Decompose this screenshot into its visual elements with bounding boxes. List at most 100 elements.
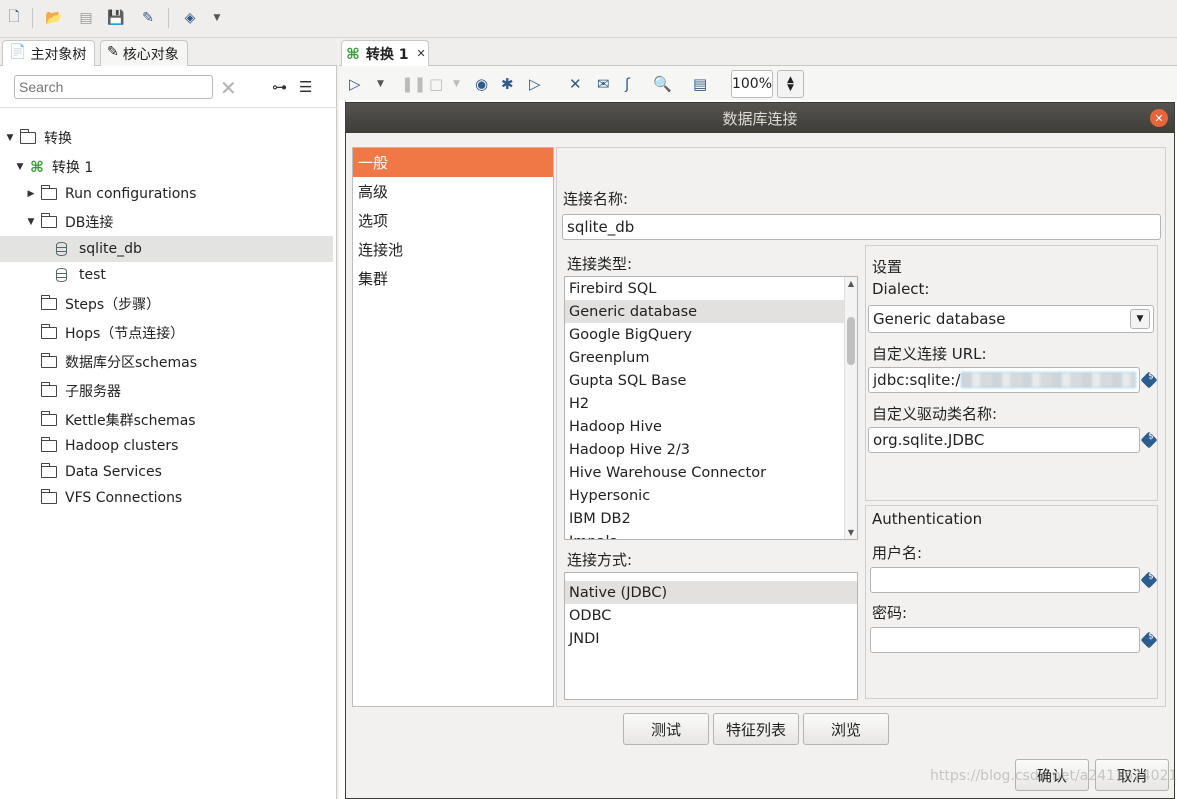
password-field[interactable] xyxy=(870,627,1140,653)
dropdown-icon[interactable]: ▼ xyxy=(207,8,227,28)
scrollbar[interactable]: ▲ ▼ xyxy=(844,277,857,539)
clear-icon[interactable]: ✕ xyxy=(220,76,237,100)
dialect-select[interactable]: Generic database ▼ xyxy=(868,305,1154,333)
list-item[interactable]: Gupta SQL Base xyxy=(565,369,844,392)
folder-icon xyxy=(19,129,36,144)
driver-field[interactable]: org.sqlite.JDBC xyxy=(868,427,1140,453)
variable-icon[interactable] xyxy=(1140,571,1158,589)
tree-item[interactable]: Hops（节点连接） xyxy=(0,320,333,346)
chevron-down-icon[interactable]: ▼ xyxy=(25,217,37,227)
dialect-label: Dialect: xyxy=(872,280,930,298)
list-item[interactable]: ODBC xyxy=(565,604,857,627)
nav-item-general[interactable]: 一般 xyxy=(353,148,553,177)
tree-item-label: Hops（节点连接） xyxy=(65,326,185,342)
tree-item[interactable]: Hadoop clusters xyxy=(0,433,333,459)
connection-name-field[interactable]: sqlite_db xyxy=(562,214,1161,240)
grid-icon[interactable]: ▤ xyxy=(693,75,707,93)
stop-icon[interactable]: □ xyxy=(429,75,443,93)
tree-item[interactable]: ▶ Run configurations xyxy=(0,181,333,207)
new-file-icon[interactable]: 🗋 xyxy=(4,8,24,28)
list-item[interactable]: Generic database xyxy=(565,300,844,323)
zoom-spinner[interactable]: ▲ ▼ xyxy=(777,70,804,98)
variable-icon[interactable] xyxy=(1140,631,1158,649)
verify-icon[interactable]: ✕ xyxy=(569,75,582,93)
tree-item[interactable]: 子服务器 xyxy=(0,378,333,404)
variable-icon[interactable] xyxy=(1140,371,1158,389)
nav-item-pooling[interactable]: 连接池 xyxy=(353,235,553,264)
tab-main-tree[interactable]: 📄 主对象树 xyxy=(2,40,96,66)
tree-item[interactable]: test xyxy=(0,262,333,288)
access-method-list[interactable]: Native (JDBC) ODBC JNDI xyxy=(564,572,858,700)
dialog-title: 数据库连接 xyxy=(346,103,1174,133)
preview-icon[interactable]: ◉ xyxy=(475,75,488,93)
tree-item[interactable]: Data Services xyxy=(0,459,333,485)
nav-item-cluster[interactable]: 集群 xyxy=(353,264,553,293)
debug-icon[interactable]: ✱ xyxy=(501,75,514,93)
explore-icon[interactable]: ▤ xyxy=(76,8,96,28)
list-item[interactable]: JNDI xyxy=(565,627,857,650)
tree-item[interactable]: VFS Connections xyxy=(0,485,333,511)
url-field[interactable]: jdbc:sqlite:/ xyxy=(868,367,1140,393)
explore-button[interactable]: 浏览 xyxy=(803,713,889,745)
list-item[interactable]: Impala xyxy=(565,530,844,540)
list-item[interactable]: Hypersonic xyxy=(565,484,844,507)
tree-item[interactable]: ▼ DB连接 xyxy=(0,209,333,235)
dialog-nav: 一般 高级 选项 连接池 集群 xyxy=(352,147,554,707)
chevron-down-icon[interactable]: ▼ xyxy=(4,133,16,143)
replay-icon[interactable]: ▷ xyxy=(529,75,541,93)
list-item[interactable]: Firebird SQL xyxy=(565,277,844,300)
editor-toolbar: ▷ ▼ ❚❚ □ ▼ ◉ ✱ ▷ ✕ ✉ ʃ 🔍 ▤ 100% ▲ ▼ xyxy=(339,66,1177,100)
tree-item[interactable]: 数据库分区schemas xyxy=(0,349,333,375)
layers-icon[interactable]: ◈ xyxy=(180,8,200,28)
list-item[interactable]: Greenplum xyxy=(565,346,844,369)
nav-item-advanced[interactable]: 高级 xyxy=(353,177,553,206)
tree-item[interactable]: Steps（步骤） xyxy=(0,291,333,317)
save-as-icon[interactable]: ✎ xyxy=(138,8,158,28)
folder-icon xyxy=(40,324,57,339)
list-item[interactable]: H2 xyxy=(565,392,844,415)
zoom-field[interactable]: 100% xyxy=(731,70,773,98)
search-input[interactable] xyxy=(14,75,213,99)
close-icon[interactable]: ✕ xyxy=(417,47,426,60)
scrollbar-thumb[interactable] xyxy=(847,317,855,365)
list-item[interactable]: Hive Warehouse Connector xyxy=(565,461,844,484)
tab-transformation[interactable]: ⌘ 转换 1 ✕ xyxy=(341,40,429,66)
list-item[interactable]: IBM DB2 xyxy=(565,507,844,530)
connection-type-list[interactable]: Firebird SQL Generic database Google BigQu… xyxy=(564,276,858,540)
chevron-down-icon[interactable]: ▼ xyxy=(14,162,26,172)
open-file-icon[interactable]: 📂 xyxy=(44,8,64,28)
username-label: 用户名: xyxy=(872,544,923,562)
pause-icon[interactable]: ❚❚ xyxy=(401,75,426,93)
save-icon[interactable]: 💾 xyxy=(106,8,126,28)
tree-item[interactable]: ▼ 转换 xyxy=(0,125,333,151)
impact-icon[interactable]: ✉ xyxy=(597,75,610,93)
dropdown-icon[interactable]: ▼ xyxy=(377,79,384,89)
general-panel: 连接名称: sqlite_db 连接类型: Firebird SQL Generi… xyxy=(556,147,1166,707)
close-icon[interactable]: ✕ xyxy=(1150,109,1168,127)
list-item[interactable]: Google BigQuery xyxy=(565,323,844,346)
list-item[interactable]: Hadoop Hive xyxy=(565,415,844,438)
tree-item[interactable]: Kettle集群schemas xyxy=(0,407,333,433)
list-item[interactable]: Native (JDBC) xyxy=(565,581,857,604)
connection-name-label: 连接名称: xyxy=(563,190,629,208)
chevron-right-icon[interactable]: ▶ xyxy=(25,189,37,199)
explore-db-icon[interactable]: 🔍 xyxy=(653,75,672,93)
collapse-all-icon[interactable]: ⊶ xyxy=(272,78,287,96)
variable-icon[interactable] xyxy=(1140,431,1158,449)
tab-core-objects[interactable]: ✎ 核心对象 xyxy=(100,40,188,66)
username-field[interactable] xyxy=(870,567,1140,593)
nav-item-options[interactable]: 选项 xyxy=(353,206,553,235)
chevron-down-icon[interactable]: ▼ xyxy=(1130,309,1150,329)
tree-item-label: VFS Connections xyxy=(65,490,183,506)
tree-item-label: Hadoop clusters xyxy=(65,438,179,454)
expand-all-icon[interactable]: ☰ xyxy=(299,78,312,96)
tree-item[interactable]: sqlite_db xyxy=(0,236,333,262)
feature-list-button[interactable]: 特征列表 xyxy=(713,713,799,745)
dropdown-icon[interactable]: ▼ xyxy=(453,79,460,89)
run-icon[interactable]: ▷ xyxy=(349,75,361,93)
tree-item[interactable]: ▼ ⌘ 转换 1 xyxy=(0,154,333,180)
test-button[interactable]: 测试 xyxy=(623,713,709,745)
list-item[interactable]: Hadoop Hive 2/3 xyxy=(565,438,844,461)
sql-icon[interactable]: ʃ xyxy=(625,75,630,93)
watermark: https://blog.csdn.net/a2411624021 xyxy=(930,768,1177,784)
